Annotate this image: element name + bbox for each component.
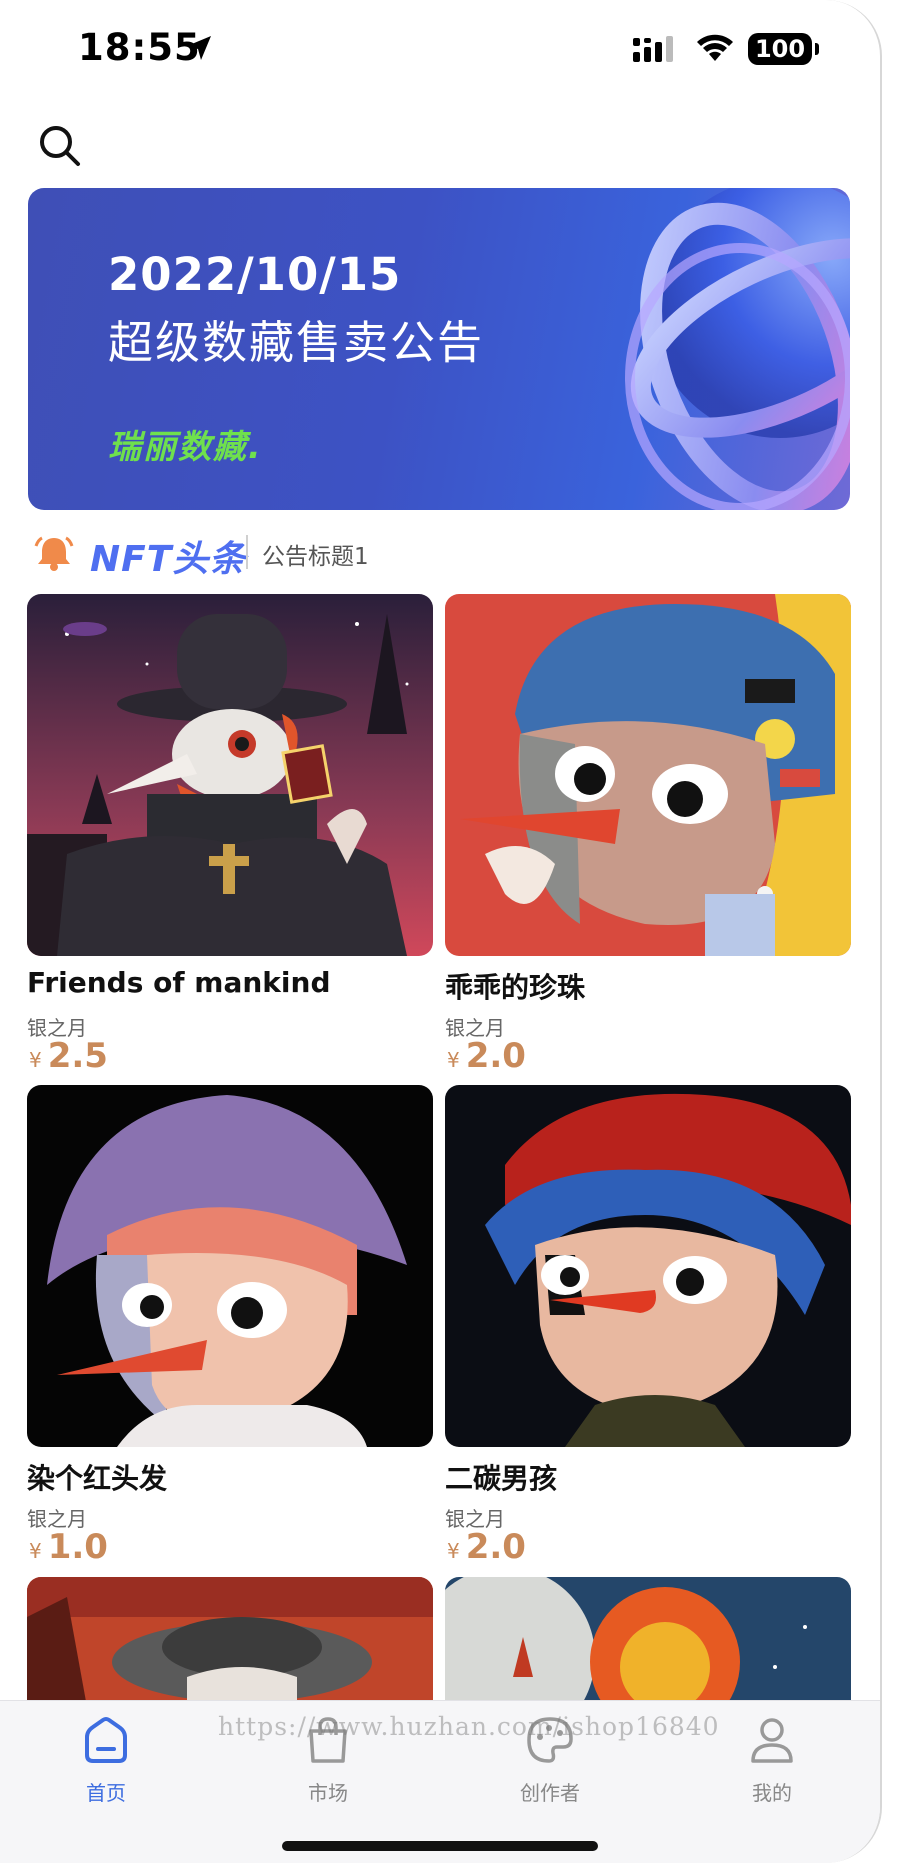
banner-brand: 瑞丽数藏. <box>108 427 263 466</box>
banner-date: 2022/10/15 <box>108 248 402 301</box>
item-name: Friends of mankind <box>27 966 331 999</box>
price-value: 2.0 <box>465 1036 526 1076</box>
signal-icon <box>633 36 673 62</box>
tab-label: 首页 <box>86 1781 126 1805</box>
battery-indicator: 100 <box>748 33 819 65</box>
home-indicator[interactable] <box>282 1841 598 1851</box>
nft-image-pearl <box>445 594 851 956</box>
phone-screen: 18:55 100 2022/10/15 超级数藏售卖公告 瑞丽数藏. NFT头… <box>0 0 882 1863</box>
item-price: ¥2.5 <box>29 1036 108 1076</box>
location-arrow-icon <box>187 36 211 60</box>
status-bar: 18:55 100 <box>0 0 880 100</box>
price-value: 2.5 <box>47 1036 108 1076</box>
nft-card[interactable]: 染个红头发 银之月 ¥1.0 <box>27 1085 433 1567</box>
nft-image-plague-doctor <box>27 594 433 956</box>
wifi-icon <box>697 34 733 61</box>
item-name: 染个红头发 <box>27 1462 168 1495</box>
tab-home[interactable]: 首页 <box>46 1715 166 1806</box>
headline-text[interactable]: 公告标题1 <box>262 537 369 571</box>
nft-card-partial[interactable] <box>445 1577 851 1707</box>
banner-title: 超级数藏售卖公告 <box>108 316 485 369</box>
announcement-banner[interactable]: 2022/10/15 超级数藏售卖公告 瑞丽数藏. <box>28 188 850 510</box>
headline-divider <box>246 535 248 569</box>
price-value: 2.0 <box>465 1527 526 1567</box>
home-icon <box>85 1717 127 1763</box>
nft-card[interactable]: 乖乖的珍珠 银之月 ¥2.0 <box>445 594 851 1076</box>
user-icon <box>751 1718 793 1763</box>
item-price: ¥2.0 <box>447 1036 526 1076</box>
nft-image-partial-2 <box>445 1577 851 1707</box>
tab-label: 市场 <box>308 1781 348 1805</box>
headline-bar[interactable]: NFT头条 公告标题1 <box>28 530 850 580</box>
price-value: 1.0 <box>47 1527 108 1567</box>
nft-image-boy <box>445 1085 851 1447</box>
item-price: ¥2.0 <box>447 1527 526 1567</box>
currency-symbol: ¥ <box>447 1048 460 1072</box>
tab-label: 创作者 <box>520 1781 580 1805</box>
nft-card[interactable]: Friends of mankind 银之月 ¥2.5 <box>27 594 433 1076</box>
right-gutter <box>880 0 900 1863</box>
nft-image-red-hair <box>27 1085 433 1447</box>
nft-card[interactable]: 二碳男孩 银之月 ¥2.0 <box>445 1085 851 1567</box>
tab-label: 我的 <box>752 1781 792 1805</box>
currency-symbol: ¥ <box>29 1539 42 1563</box>
nft-card-partial[interactable] <box>27 1577 433 1707</box>
status-time: 18:55 <box>78 26 201 69</box>
currency-symbol: ¥ <box>29 1048 42 1072</box>
bell-icon <box>34 536 74 571</box>
watermark-text: https://www.huzhan.com/ishop16840 <box>218 1712 720 1741</box>
search-icon[interactable] <box>36 122 82 168</box>
item-price: ¥1.0 <box>29 1527 108 1567</box>
tab-mine[interactable]: 我的 <box>712 1715 832 1806</box>
abstract-sphere-art <box>625 188 850 510</box>
currency-symbol: ¥ <box>447 1539 460 1563</box>
item-name: 乖乖的珍珠 <box>445 971 586 1004</box>
headline-logo: NFT头条 <box>90 539 247 580</box>
item-name: 二碳男孩 <box>445 1462 558 1495</box>
nft-image-partial-1 <box>27 1577 433 1707</box>
